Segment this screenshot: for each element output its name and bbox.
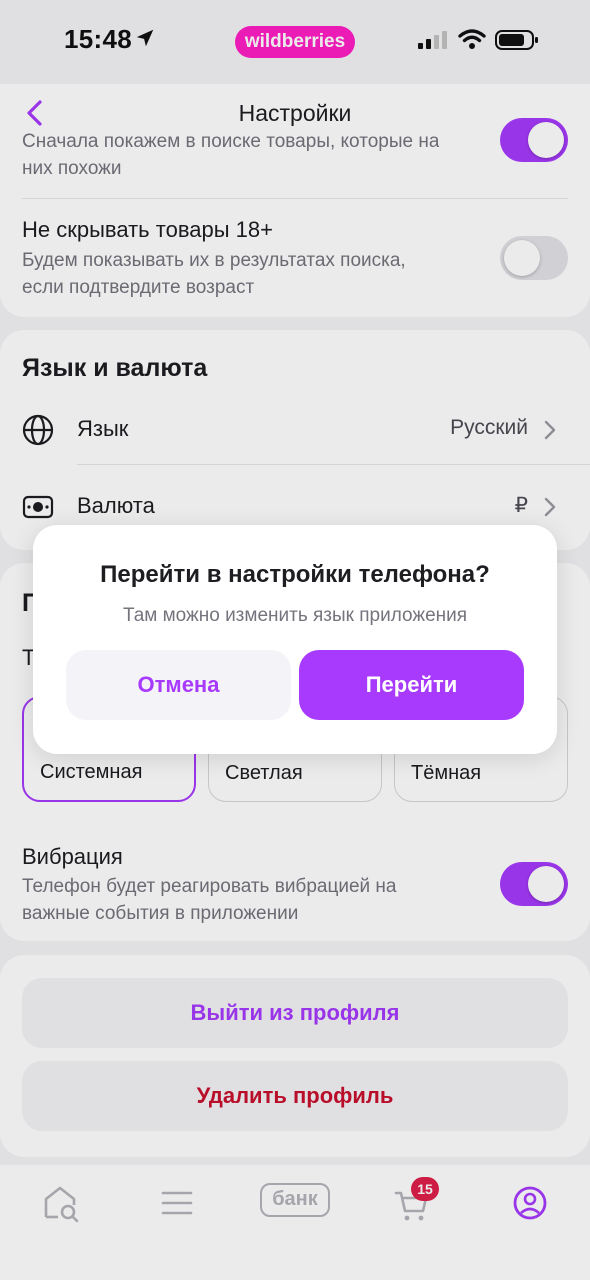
go-to-settings-button[interactable]: Перейти: [299, 650, 524, 720]
dialog-title: Перейти в настройки телефона?: [100, 561, 490, 588]
dialog-message: Там можно изменить язык приложения: [122, 605, 468, 626]
cancel-button[interactable]: Отмена: [66, 650, 291, 720]
open-phone-settings-dialog: Перейти в настройки телефона? Там можно …: [33, 525, 557, 754]
